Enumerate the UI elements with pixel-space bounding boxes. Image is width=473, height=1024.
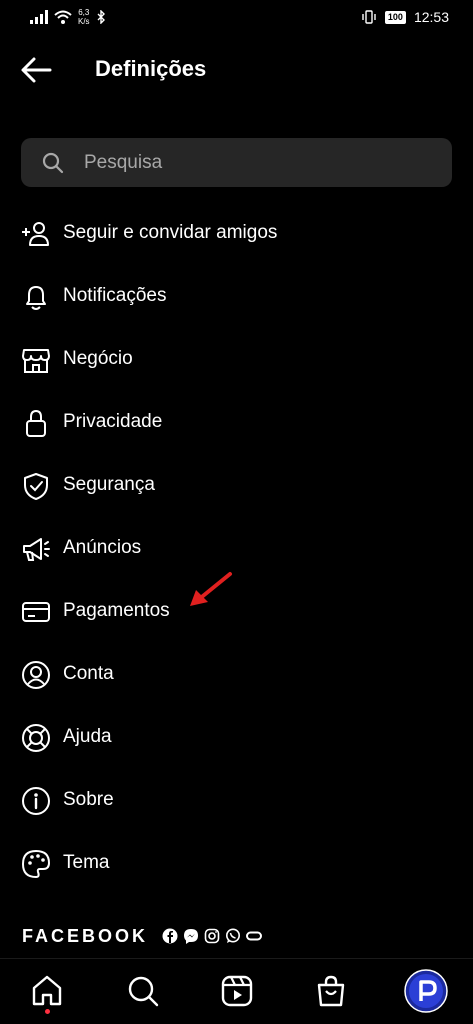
messenger-icon (184, 929, 199, 944)
menu-item-business[interactable]: Negócio (0, 329, 473, 392)
meta-apps-icons (162, 928, 263, 944)
shop-bag-icon[interactable] (314, 974, 348, 1008)
menu-item-privacy[interactable]: Privacidade (0, 392, 473, 455)
menu-item-follow-invite[interactable]: Seguir e convidar amigos (0, 203, 473, 266)
menu-item-label: Segurança (63, 474, 155, 495)
add-person-icon (22, 222, 49, 246)
menu-item-label: Pagamentos (63, 600, 170, 621)
header: Definições (0, 46, 473, 94)
bluetooth-icon (97, 10, 105, 24)
menu-item-label: Seguir e convidar amigos (63, 222, 278, 243)
card-icon (22, 602, 50, 622)
profile-avatar[interactable] (404, 969, 448, 1013)
menu-item-label: Privacidade (63, 411, 163, 432)
menu-item-ads[interactable]: Anúncios (0, 518, 473, 581)
menu-item-payments[interactable]: Pagamentos (0, 581, 473, 644)
menu-item-notifications[interactable]: Notificações (0, 266, 473, 329)
instagram-icon (204, 928, 220, 944)
shield-check-icon (24, 473, 48, 500)
menu-item-theme[interactable]: Tema (0, 833, 473, 896)
palette-icon (22, 850, 50, 878)
oculus-icon (246, 931, 263, 941)
menu-item-account[interactable]: Conta (0, 644, 473, 707)
search-icon[interactable] (126, 974, 160, 1008)
clock: 12:53 (413, 9, 449, 25)
menu-item-security[interactable]: Segurança (0, 455, 473, 518)
lock-icon (26, 409, 46, 437)
menu-item-label: Conta (63, 663, 114, 684)
network-speed: 6,3 K/s (78, 8, 90, 26)
megaphone-icon (23, 538, 50, 561)
menu-item-label: Anúncios (63, 537, 142, 558)
lifebuoy-icon (22, 724, 50, 752)
reels-icon[interactable] (220, 974, 254, 1008)
menu-item-label: Tema (63, 852, 110, 873)
signal-icon (30, 10, 48, 24)
vibrate-icon (362, 10, 376, 24)
info-icon (22, 787, 50, 815)
menu-item-label: Notificações (63, 285, 167, 306)
account-icon (22, 661, 50, 689)
status-bar: 6,3 K/s 100 12:53 (0, 0, 473, 36)
facebook-brand: FACEBOOK (22, 925, 149, 946)
home-icon[interactable] (30, 974, 64, 1008)
notification-dot (45, 1009, 50, 1014)
bell-icon (26, 286, 46, 310)
bottom-tab-bar (0, 959, 473, 1024)
battery-indicator: 100 (384, 10, 406, 24)
search-icon (42, 152, 64, 174)
menu-item-label: Negócio (63, 348, 133, 369)
menu-item-label: Ajuda (63, 726, 112, 747)
search-input[interactable]: Pesquisa (21, 138, 452, 187)
menu-item-about[interactable]: Sobre (0, 770, 473, 833)
annotation-arrow-icon (190, 572, 232, 606)
search-placeholder: Pesquisa (84, 152, 163, 173)
menu-item-help[interactable]: Ajuda (0, 707, 473, 770)
shop-icon (22, 349, 50, 373)
facebook-icon (162, 928, 178, 944)
menu-item-label: Sobre (63, 789, 114, 810)
wifi-icon (54, 10, 72, 24)
whatsapp-icon (226, 928, 241, 943)
back-arrow-icon[interactable] (18, 54, 54, 86)
page-title: Definições (95, 56, 207, 81)
facebook-accounts-center[interactable]: FACEBOOK (22, 924, 263, 948)
